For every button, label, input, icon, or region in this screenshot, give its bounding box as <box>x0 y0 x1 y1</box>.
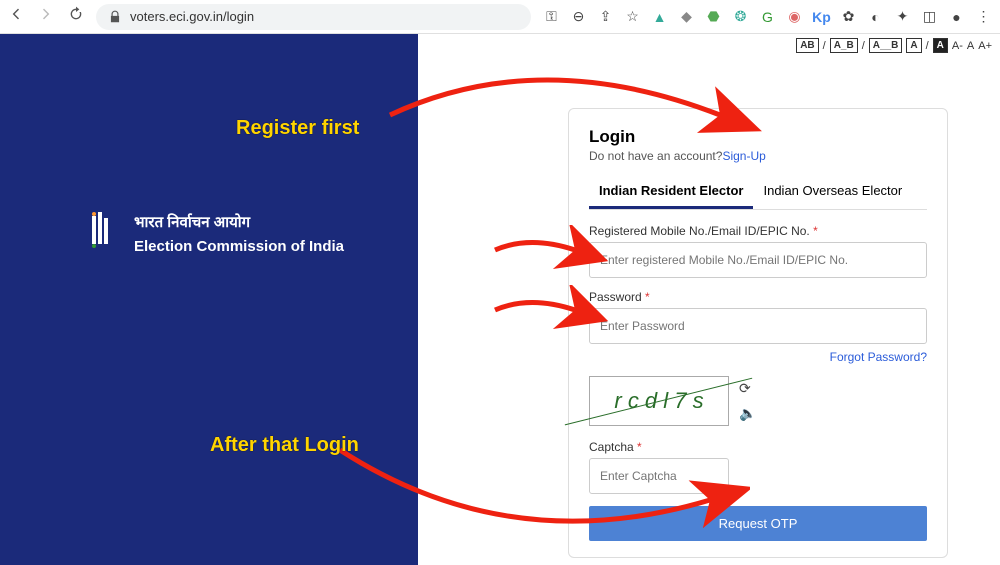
ext9-icon[interactable]: ◐ <box>867 8 884 25</box>
ext2-icon[interactable]: ◆ <box>678 8 695 25</box>
a11y-theme2[interactable]: A <box>933 38 948 53</box>
ext8-icon[interactable]: ✿ <box>840 8 857 25</box>
a11y-ab[interactable]: AB <box>796 38 818 53</box>
brand-english: Election Commission of India <box>134 238 344 255</box>
captcha-refresh-icon[interactable]: ⟳ <box>739 380 756 397</box>
a11y-a__b[interactable]: A__B <box>869 38 903 53</box>
window-icon[interactable]: ◫ <box>921 8 938 25</box>
signup-prompt: Do not have an account?Sign-Up <box>589 149 927 163</box>
password-label: Password * <box>589 290 927 304</box>
ext3-icon[interactable]: ⬣ <box>705 8 722 25</box>
captcha-audio-icon[interactable]: 🔈 <box>739 405 756 422</box>
extension-icons: ⚿ ⊖ ⇪ ☆ ▲ ◆ ⬣ ❂ G ◉ Kp ✿ ◐ ✦ ◫ ● ⋮ <box>543 8 992 25</box>
ext5-icon[interactable]: G <box>759 8 776 25</box>
captcha-input[interactable] <box>589 458 729 494</box>
annotation-register: Register first <box>236 117 359 140</box>
back-icon[interactable] <box>8 6 24 27</box>
forward-icon[interactable] <box>38 6 54 27</box>
lock-icon <box>108 10 122 24</box>
a11y-a_b[interactable]: A_B <box>830 38 858 53</box>
login-title: Login <box>589 127 927 147</box>
eci-logo-icon <box>90 212 120 248</box>
signup-link[interactable]: Sign-Up <box>722 149 765 163</box>
a11y-normal[interactable]: A <box>967 40 974 52</box>
request-otp-button[interactable]: Request OTP <box>589 506 927 541</box>
share-icon[interactable]: ⇪ <box>597 8 614 25</box>
a11y-theme1[interactable]: A <box>906 38 921 53</box>
puzzle-icon[interactable]: ✦ <box>894 8 911 25</box>
url-text: voters.eci.gov.in/login <box>130 9 254 24</box>
a11y-decrease[interactable]: A- <box>952 40 963 52</box>
main-panel: AB/ A_B/ A__B A/ A A- A A+ Login Do not … <box>418 34 1000 565</box>
reload-icon[interactable] <box>68 6 84 27</box>
annotation-after-login: After that Login <box>210 434 359 457</box>
a11y-increase[interactable]: A+ <box>978 40 992 52</box>
captcha-label: Captcha * <box>589 440 927 454</box>
login-card: Login Do not have an account?Sign-Up Ind… <box>568 108 948 558</box>
ext6-icon[interactable]: ◉ <box>786 8 803 25</box>
star-icon[interactable]: ☆ <box>624 8 641 25</box>
tab-overseas[interactable]: Indian Overseas Elector <box>753 175 912 209</box>
password-input[interactable] <box>589 308 927 344</box>
key-icon[interactable]: ⚿ <box>543 8 560 25</box>
id-label: Registered Mobile No./Email ID/EPIC No. … <box>589 224 927 238</box>
forgot-password-link[interactable]: Forgot Password? <box>830 350 927 364</box>
branding-panel: भारत निर्वाचन आयोग Election Commission o… <box>0 34 418 565</box>
url-bar[interactable]: voters.eci.gov.in/login <box>96 4 531 30</box>
accessibility-bar: AB/ A_B/ A__B A/ A A- A A+ <box>796 38 992 53</box>
ext7-icon[interactable]: Kp <box>813 8 830 25</box>
zoom-icon[interactable]: ⊖ <box>570 8 587 25</box>
tab-resident[interactable]: Indian Resident Elector <box>589 175 753 209</box>
id-input[interactable] <box>589 242 927 278</box>
avatar-icon[interactable]: ● <box>948 8 965 25</box>
browser-toolbar: voters.eci.gov.in/login ⚿ ⊖ ⇪ ☆ ▲ ◆ ⬣ ❂ … <box>0 0 1000 34</box>
ext1-icon[interactable]: ▲ <box>651 8 668 25</box>
ext4-icon[interactable]: ❂ <box>732 8 749 25</box>
brand-hindi: भारत निर्वाचन आयोग <box>134 212 344 232</box>
menu-icon[interactable]: ⋮ <box>975 8 992 25</box>
captcha-image: r c d l 7 s <box>589 376 729 426</box>
